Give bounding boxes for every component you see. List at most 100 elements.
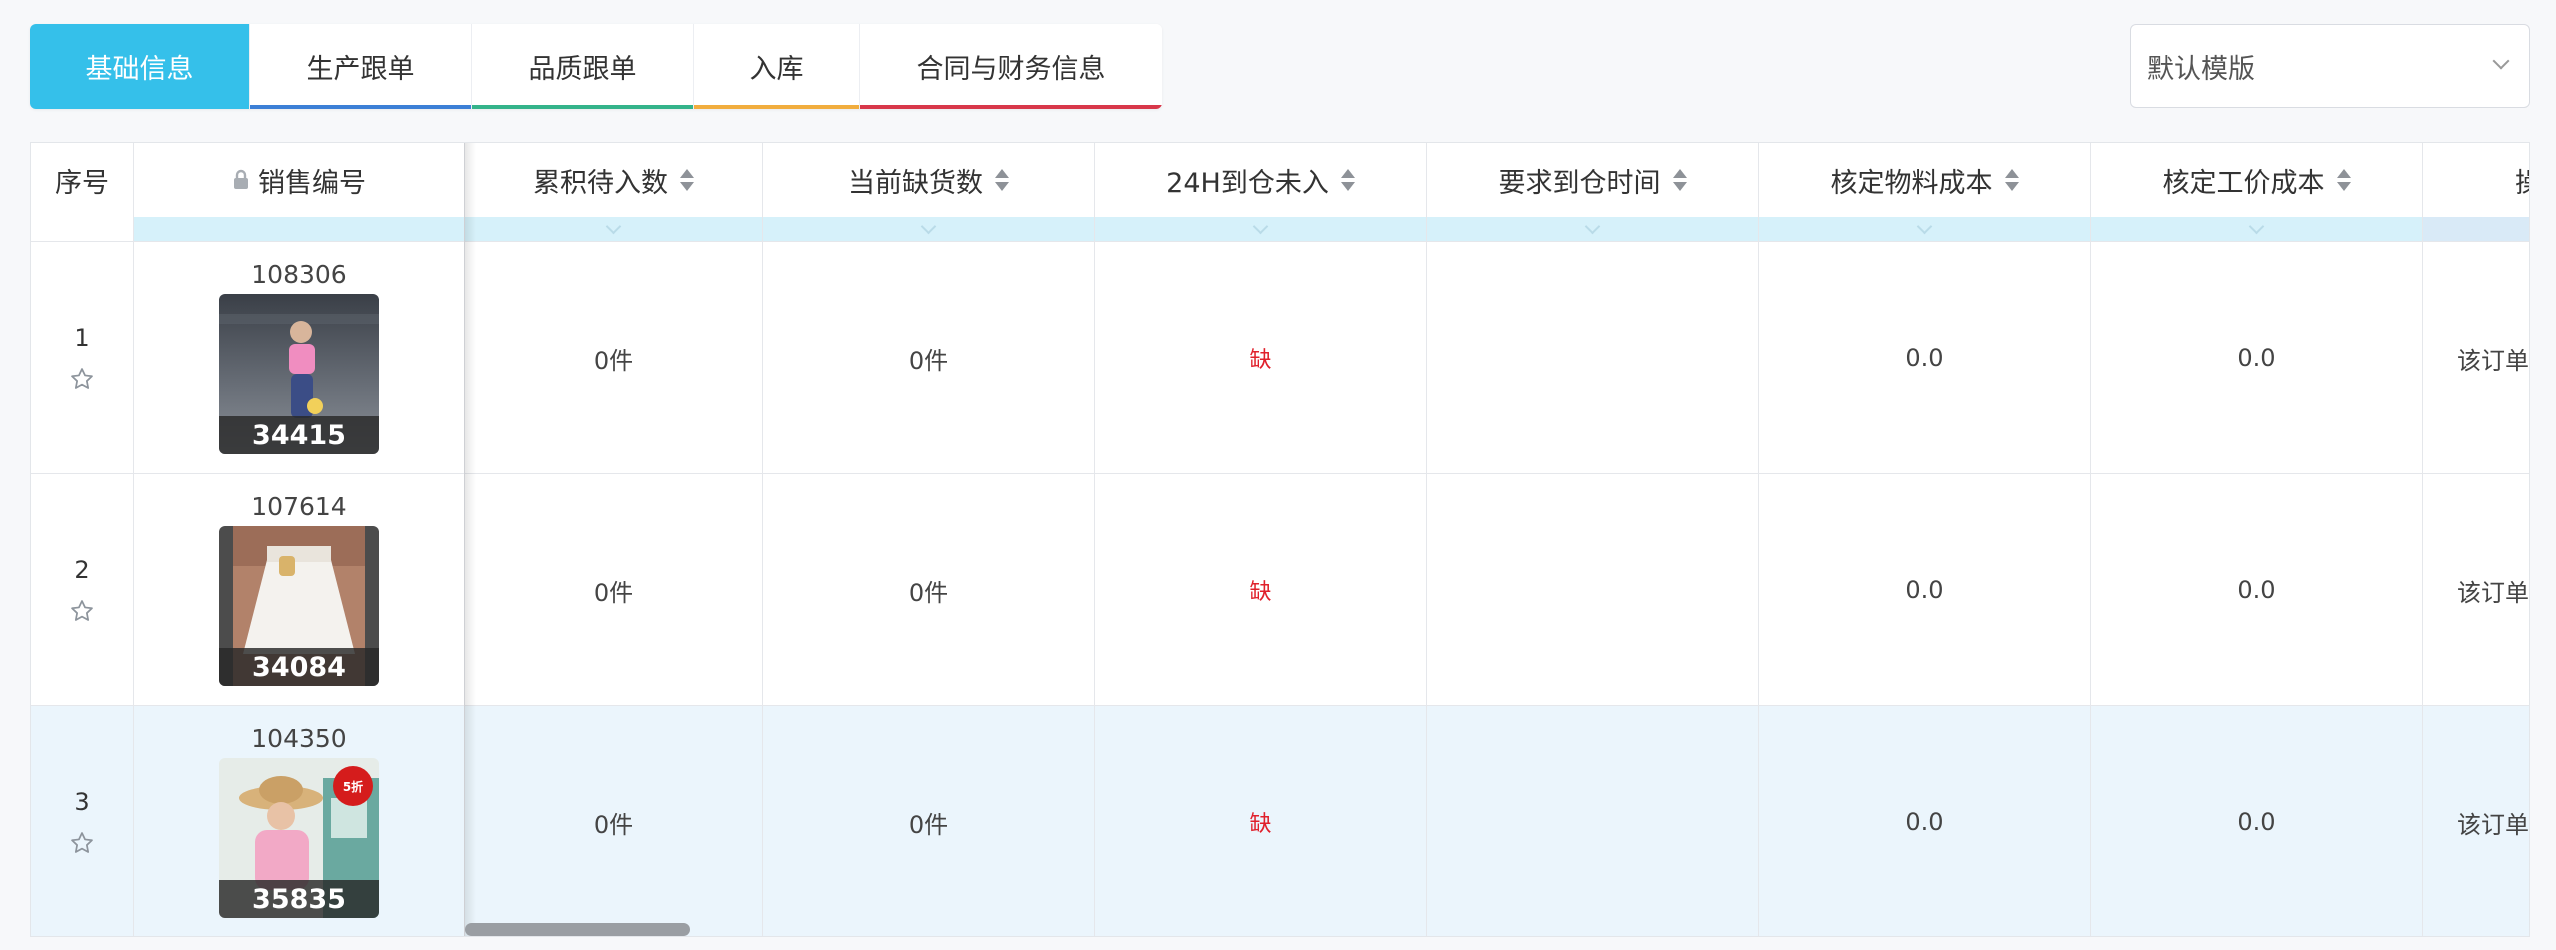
sale-number[interactable]: 107614 <box>251 492 346 522</box>
sort-icon[interactable] <box>1672 169 1687 191</box>
material-cost-cell: 0.0 <box>1759 242 2091 474</box>
material-cost-cell: 0.0 <box>1759 706 2091 936</box>
product-thumbnail[interactable]: 34415 <box>219 294 379 454</box>
discount-badge: 5折 <box>333 766 373 806</box>
pending-in-cell: 0件 <box>465 474 763 706</box>
note-cell: 该订单 <box>2457 578 2529 607</box>
pending-in-cell: 0件 <box>465 242 763 474</box>
sort-icon[interactable] <box>1340 169 1355 191</box>
sale-no-cell: 107614 34084 <box>134 474 465 706</box>
chevron-down-icon <box>1584 218 1600 235</box>
note-cell: 该订单 <box>2457 810 2529 839</box>
tab-basic-info[interactable]: 基础信息 <box>30 24 250 109</box>
tab-label: 品质跟单 <box>528 54 637 85</box>
header-24h-not-in[interactable]: 24H到仓未入 <box>1095 143 1426 217</box>
material-cost-cell: 0.0 <box>1759 474 2091 706</box>
current-short-cell: 0件 <box>763 474 1095 706</box>
required-time-cell <box>1427 474 1759 706</box>
star-icon[interactable] <box>69 830 95 856</box>
shortage-flag: 缺 <box>1249 348 1272 373</box>
product-code: 34415 <box>219 416 379 454</box>
product-code: 34084 <box>219 648 379 686</box>
tab-bar: 基础信息 生产跟单 品质跟单 入库 合同与财务信息 <box>30 24 1162 109</box>
tab-label: 入库 <box>749 54 804 85</box>
row-index: 2 <box>74 556 90 584</box>
shortage-flag: 缺 <box>1249 812 1272 837</box>
24h-not-in-cell: 缺 <box>1095 474 1427 706</box>
header-label: 要求到仓时间 <box>1498 167 1661 199</box>
chevron-down-icon <box>2248 218 2264 235</box>
current-short-cell: 0件 <box>763 242 1095 474</box>
tab-warehousing[interactable]: 入库 <box>694 24 860 109</box>
filter-bar[interactable] <box>763 217 1094 241</box>
table-row[interactable]: 2 107614 34084 0件 0件 缺 0.0 0.0 该订单 <box>31 473 2529 706</box>
header-label: 序号 <box>55 167 109 199</box>
header-material-cost[interactable]: 核定物料成本 <box>1759 143 2090 217</box>
sort-icon[interactable] <box>2004 169 2019 191</box>
labor-cost-cell: 0.0 <box>2091 706 2423 936</box>
product-thumbnail[interactable]: 34084 <box>219 526 379 686</box>
chevron-down-icon <box>1916 218 1932 235</box>
table-row[interactable]: 1 108306 34415 0件 0件 缺 0.0 0.0 该订单 <box>31 241 2529 474</box>
sale-number[interactable]: 108306 <box>251 260 346 290</box>
header-label: 销售编号 <box>258 167 366 199</box>
index-cell: 1 <box>31 242 134 474</box>
template-select-value: 默认模版 <box>2147 53 2255 85</box>
filter-bar[interactable] <box>1759 217 2090 241</box>
header-label: 核定物料成本 <box>1830 167 1993 199</box>
header-label: 当前缺货数 <box>848 167 983 199</box>
tab-production-tracking[interactable]: 生产跟单 <box>250 24 472 109</box>
sale-number[interactable]: 104350 <box>251 724 346 754</box>
pending-in-cell: 0件 <box>465 706 763 936</box>
lock-icon <box>234 169 248 189</box>
tab-label: 生产跟单 <box>306 54 415 85</box>
note-cell: 该订单 <box>2457 346 2529 375</box>
tab-contract-finance[interactable]: 合同与财务信息 <box>860 24 1162 109</box>
header-label: 操 <box>2515 161 2529 200</box>
sort-icon[interactable] <box>2336 169 2351 191</box>
header-pending-in[interactable]: 累积待入数 <box>465 143 762 217</box>
product-code: 35835 <box>219 880 379 918</box>
header-label: 核定工价成本 <box>2162 167 2325 199</box>
required-time-cell <box>1427 706 1759 936</box>
index-cell: 2 <box>31 474 134 706</box>
tab-underline <box>860 105 1162 109</box>
filter-bar[interactable] <box>465 217 762 241</box>
current-short-cell: 0件 <box>763 706 1095 936</box>
tab-quality-tracking[interactable]: 品质跟单 <box>472 24 694 109</box>
template-select[interactable]: 默认模版 <box>2130 24 2530 108</box>
row-index: 3 <box>74 788 90 816</box>
header-label: 24H到仓未入 <box>1166 167 1329 199</box>
header-label: 累积待入数 <box>533 167 668 199</box>
tab-label: 基础信息 <box>85 54 194 85</box>
sale-no-cell: 104350 5折 35835 <box>134 706 465 936</box>
star-icon[interactable] <box>69 598 95 624</box>
table-row[interactable]: 3 104350 5折 35835 0件 0件 缺 0.0 0.0 该订单 <box>31 705 2529 936</box>
chevron-down-icon <box>605 218 621 235</box>
chevron-down-icon <box>2492 52 2510 70</box>
tab-label: 合同与财务信息 <box>916 54 1106 85</box>
tab-underline <box>250 105 471 109</box>
filter-bar[interactable] <box>1427 217 1758 241</box>
filter-bar[interactable] <box>134 217 464 241</box>
tab-underline <box>694 105 859 109</box>
header-current-short[interactable]: 当前缺货数 <box>763 143 1094 217</box>
index-cell: 3 <box>31 706 134 936</box>
horizontal-scrollbar[interactable] <box>465 921 2529 936</box>
header-operation[interactable]: 操 <box>2423 143 2529 217</box>
24h-not-in-cell: 缺 <box>1095 706 1427 936</box>
header-sale-no: 销售编号 <box>134 143 464 217</box>
header-required-time[interactable]: 要求到仓时间 <box>1427 143 1758 217</box>
filter-bar[interactable] <box>2423 217 2529 241</box>
star-icon[interactable] <box>69 366 95 392</box>
sort-icon[interactable] <box>680 169 694 191</box>
sort-icon[interactable] <box>995 169 1009 191</box>
header-labor-cost[interactable]: 核定工价成本 <box>2091 143 2422 217</box>
filter-bar[interactable] <box>1095 217 1426 241</box>
scrollbar-thumb[interactable] <box>465 923 690 936</box>
sale-no-cell: 108306 34415 <box>134 242 465 474</box>
labor-cost-cell: 0.0 <box>2091 474 2423 706</box>
filter-bar[interactable] <box>2091 217 2422 241</box>
product-thumbnail[interactable]: 5折 35835 <box>219 758 379 918</box>
header-index: 序号 <box>31 143 133 217</box>
